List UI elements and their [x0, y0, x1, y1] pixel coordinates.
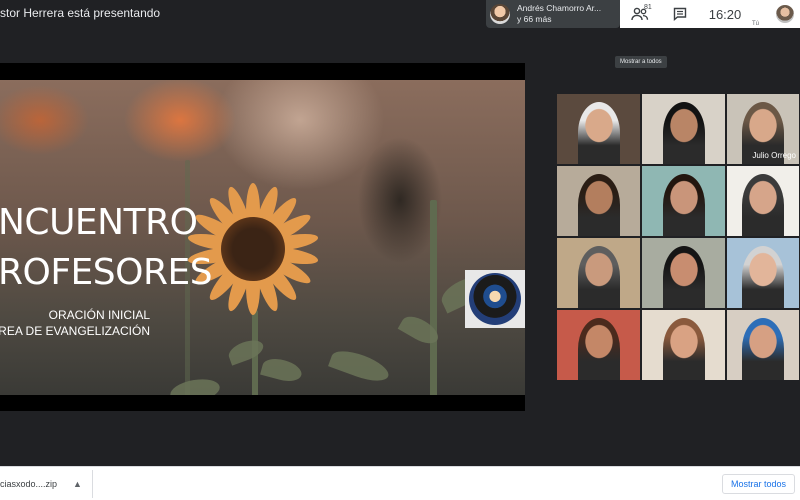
self-tile[interactable]: Tú [750, 0, 800, 28]
people-button[interactable]: 81 [620, 0, 660, 28]
participant-tile[interactable] [726, 237, 800, 309]
leaf [328, 345, 392, 387]
chevron-up-icon[interactable]: ▲ [73, 479, 82, 489]
slide-subtitle: ORACIÓN INICIAL ÁREA DE EVANGELIZACIÓN [0, 307, 150, 339]
download-file-name[interactable]: ciasxodo....zip [0, 479, 57, 489]
meet-screen: stor Herrera está presentando Andrés Cha… [0, 0, 800, 500]
participant-video [577, 318, 620, 380]
slide-title: NCUENTRO ROFESORES [0, 198, 213, 298]
slide-title-line2: ROFESORES [0, 252, 213, 293]
participant-tile[interactable] [726, 309, 800, 381]
participant-video [742, 318, 784, 380]
download-divider [91, 469, 93, 498]
slide-subtitle-line2: ÁREA DE EVANGELIZACIÓN [0, 324, 150, 338]
participant-avatar [490, 4, 510, 24]
leaf [226, 336, 266, 366]
participant-tile[interactable] [641, 309, 726, 381]
people-count: 81 [644, 4, 652, 11]
show-all-downloads-button[interactable]: Mostrar todos [722, 474, 796, 494]
leaf [168, 375, 222, 395]
participant-name-label: Julio Orrego [752, 151, 796, 160]
participant-video [662, 174, 705, 236]
participant-video [577, 246, 620, 308]
slide-subtitle-line1: ORACIÓN INICIAL [48, 308, 150, 322]
chat-button[interactable] [660, 0, 700, 28]
presenter-label: stor Herrera está presentando [0, 6, 161, 20]
participant-tile[interactable] [726, 165, 800, 237]
participant-video [577, 174, 620, 236]
participant-tile[interactable] [641, 237, 726, 309]
download-item[interactable]: ciasxodo....zip ▲ [0, 467, 93, 500]
presentation-slide[interactable]: NCUENTRO ROFESORES ORACIÓN INICIAL ÁREA … [0, 63, 525, 411]
chat-icon [673, 7, 687, 21]
topbar-controls: 81 16:20 Tú [620, 0, 800, 28]
participant-tile[interactable] [556, 93, 641, 165]
participant-video [662, 318, 705, 380]
leaf [260, 355, 304, 385]
participant-name: Andrés Chamorro Ar... [517, 3, 602, 13]
tooltip: Mostrar a todos [615, 56, 667, 68]
participant-video [742, 246, 784, 308]
participant-video [577, 102, 620, 164]
slide-image: NCUENTRO ROFESORES ORACIÓN INICIAL ÁREA … [0, 80, 525, 395]
participant-video [662, 102, 705, 164]
participant-video [742, 174, 784, 236]
participant-video [662, 246, 705, 308]
clock: 16:20 [708, 6, 742, 22]
presenter-thumbnail[interactable] [465, 270, 525, 328]
participant-tile[interactable] [641, 165, 726, 237]
participant-grid: Julio Orrego [556, 93, 800, 381]
presenter-logo [469, 273, 521, 325]
self-label: Tú [752, 21, 760, 27]
participants-more: y 66 más [517, 14, 552, 24]
participant-tile[interactable] [641, 93, 726, 165]
participant-tile[interactable] [556, 309, 641, 381]
participant-tile[interactable]: Julio Orrego [726, 93, 800, 165]
slide-title-line1: NCUENTRO [0, 202, 198, 243]
participants-chip-text: Andrés Chamorro Ar... y 66 más [517, 3, 601, 25]
participant-tile[interactable] [556, 237, 641, 309]
download-bar: ciasxodo....zip ▲ Mostrar todos [0, 466, 800, 500]
self-avatar [776, 5, 794, 23]
participants-chip[interactable]: Andrés Chamorro Ar... y 66 más [486, 0, 620, 28]
participant-tile[interactable] [556, 165, 641, 237]
stalk [430, 200, 437, 395]
